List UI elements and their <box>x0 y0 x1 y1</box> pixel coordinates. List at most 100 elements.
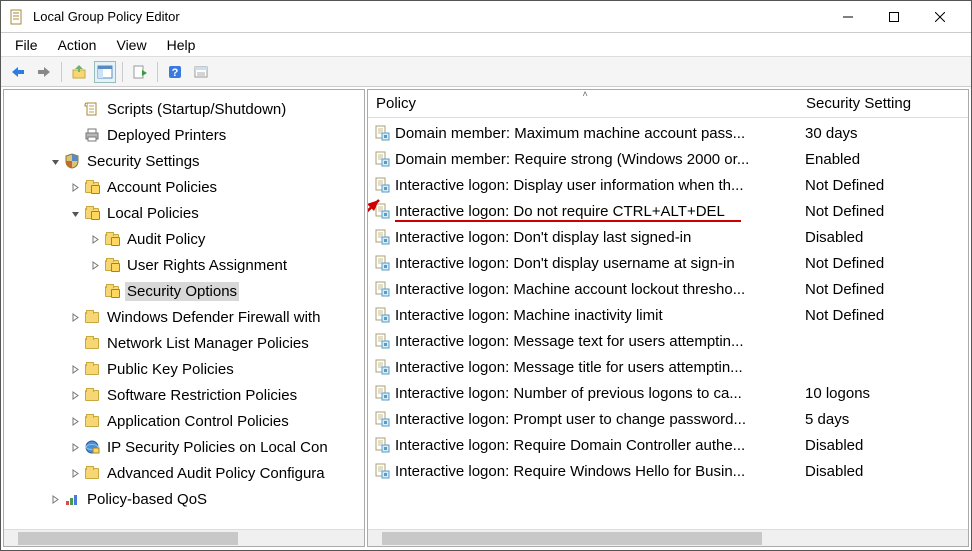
policy-row[interactable]: Domain member: Maximum machine account p… <box>372 120 968 146</box>
tree-item[interactable]: Scripts (Startup/Shutdown) <box>8 96 364 122</box>
menu-help[interactable]: Help <box>157 35 206 55</box>
policy-icon <box>374 463 390 479</box>
tree-item[interactable]: Public Key Policies <box>8 356 364 382</box>
policy-icon <box>374 411 390 427</box>
help-button[interactable]: ? <box>164 61 186 83</box>
forward-button[interactable] <box>33 61 55 83</box>
policy-row[interactable]: Interactive logon: Require Domain Contro… <box>372 432 968 458</box>
tree-item[interactable]: Software Restriction Policies <box>8 382 364 408</box>
tree-item-label: Security Options <box>125 282 239 301</box>
policy-row[interactable]: Interactive logon: Message title for use… <box>372 354 968 380</box>
tree-item[interactable]: IP Security Policies on Local Con <box>8 434 364 460</box>
properties-button[interactable] <box>190 61 212 83</box>
expand-icon[interactable] <box>68 310 82 324</box>
policy-name: Interactive logon: Don't display usernam… <box>395 255 797 272</box>
policy-row[interactable]: Interactive logon: Number of previous lo… <box>372 380 968 406</box>
ipsec-icon <box>84 439 100 455</box>
expand-icon[interactable] <box>88 232 102 246</box>
scroll-icon <box>84 101 100 117</box>
tree-item[interactable]: Security Options <box>8 278 364 304</box>
tree-item-label: Scripts (Startup/Shutdown) <box>105 100 288 119</box>
policy-row[interactable]: Interactive logon: Don't display last si… <box>372 224 968 250</box>
policy-row[interactable]: Interactive logon: Prompt user to change… <box>372 406 968 432</box>
qos-icon <box>64 491 80 507</box>
policy-setting: Not Defined <box>797 177 884 194</box>
expand-icon[interactable] <box>68 362 82 376</box>
policy-row[interactable]: Domain member: Require strong (Windows 2… <box>372 146 968 172</box>
menu-action[interactable]: Action <box>48 35 107 55</box>
policy-row[interactable]: Interactive logon: Require Windows Hello… <box>372 458 968 484</box>
tree-item-label: Audit Policy <box>125 230 207 249</box>
policy-row[interactable]: Interactive logon: Machine inactivity li… <box>372 302 968 328</box>
list-panel: Policy Security Setting Domain member: M… <box>367 89 969 547</box>
expand-icon[interactable] <box>68 180 82 194</box>
folder-icon <box>84 387 100 403</box>
tree-item[interactable]: Network List Manager Policies <box>8 330 364 356</box>
tree-item-label: Advanced Audit Policy Configura <box>105 464 327 483</box>
tree-item[interactable]: Audit Policy <box>8 226 364 252</box>
policy-row[interactable]: Interactive logon: Do not require CTRL+A… <box>372 198 968 224</box>
policy-name: Domain member: Require strong (Windows 2… <box>395 151 797 168</box>
policy-setting: Enabled <box>797 151 860 168</box>
menubar: File Action View Help <box>1 33 971 57</box>
policy-row[interactable]: Interactive logon: Display user informat… <box>372 172 968 198</box>
folderlock-icon <box>104 231 120 247</box>
close-button[interactable] <box>917 2 963 32</box>
tree-item-label: Windows Defender Firewall with <box>105 308 322 327</box>
tree-item[interactable]: User Rights Assignment <box>8 252 364 278</box>
tree-item[interactable]: Local Policies <box>8 200 364 226</box>
column-policy[interactable]: Policy <box>368 91 798 116</box>
tree-item[interactable]: Application Control Policies <box>8 408 364 434</box>
expand-icon[interactable] <box>68 388 82 402</box>
collapse-icon[interactable] <box>48 154 62 168</box>
policy-row[interactable]: Interactive logon: Machine account locko… <box>372 276 968 302</box>
expand-icon[interactable] <box>68 440 82 454</box>
minimize-button[interactable] <box>825 2 871 32</box>
policy-setting: 10 logons <box>797 385 870 402</box>
policy-name: Interactive logon: Message text for user… <box>395 333 797 350</box>
expand-icon[interactable] <box>68 466 82 480</box>
tree-item-label: Network List Manager Policies <box>105 334 311 353</box>
policy-row[interactable]: Interactive logon: Message text for user… <box>372 328 968 354</box>
printer-icon <box>84 127 100 143</box>
maximize-button[interactable] <box>871 2 917 32</box>
policy-name: Interactive logon: Machine account locko… <box>395 281 797 298</box>
svg-text:?: ? <box>172 67 179 79</box>
tree-item-label: User Rights Assignment <box>125 256 289 275</box>
policy-icon <box>374 307 390 323</box>
back-button[interactable] <box>7 61 29 83</box>
tree-item[interactable]: Account Policies <box>8 174 364 200</box>
tree-item[interactable]: Deployed Printers <box>8 122 364 148</box>
expand-icon[interactable] <box>88 258 102 272</box>
tree-item[interactable]: Security Settings <box>8 148 364 174</box>
policy-icon <box>374 177 390 193</box>
export-button[interactable] <box>129 61 151 83</box>
tree-item-label: Policy-based QoS <box>85 490 209 509</box>
policy-setting: Disabled <box>797 463 863 480</box>
tree-item[interactable]: Windows Defender Firewall with <box>8 304 364 330</box>
folderlock-icon <box>84 205 100 221</box>
tree-item[interactable]: Advanced Audit Policy Configura <box>8 460 364 486</box>
app-icon <box>9 9 25 25</box>
policy-setting: Not Defined <box>797 203 884 220</box>
policy-row[interactable]: Interactive logon: Don't display usernam… <box>372 250 968 276</box>
policy-name: Interactive logon: Prompt user to change… <box>395 411 797 428</box>
up-button[interactable] <box>68 61 90 83</box>
show-tree-button[interactable] <box>94 61 116 83</box>
menu-file[interactable]: File <box>5 35 48 55</box>
tree-item-label: Security Settings <box>85 152 202 171</box>
policy-name: Interactive logon: Display user informat… <box>395 177 797 194</box>
list-h-scrollbar[interactable] <box>368 529 968 546</box>
expand-icon[interactable] <box>48 492 62 506</box>
shield-icon <box>64 153 80 169</box>
collapse-icon[interactable] <box>68 206 82 220</box>
column-setting[interactable]: Security Setting <box>798 91 920 116</box>
tree-item[interactable]: Policy-based QoS <box>8 486 364 512</box>
menu-view[interactable]: View <box>106 35 156 55</box>
policy-name: Domain member: Maximum machine account p… <box>395 125 797 142</box>
list-header: Policy Security Setting <box>368 90 968 118</box>
policy-setting: Not Defined <box>797 255 884 272</box>
tree-h-scrollbar[interactable] <box>4 529 364 546</box>
expand-icon[interactable] <box>68 414 82 428</box>
policy-name: Interactive logon: Machine inactivity li… <box>395 307 797 324</box>
